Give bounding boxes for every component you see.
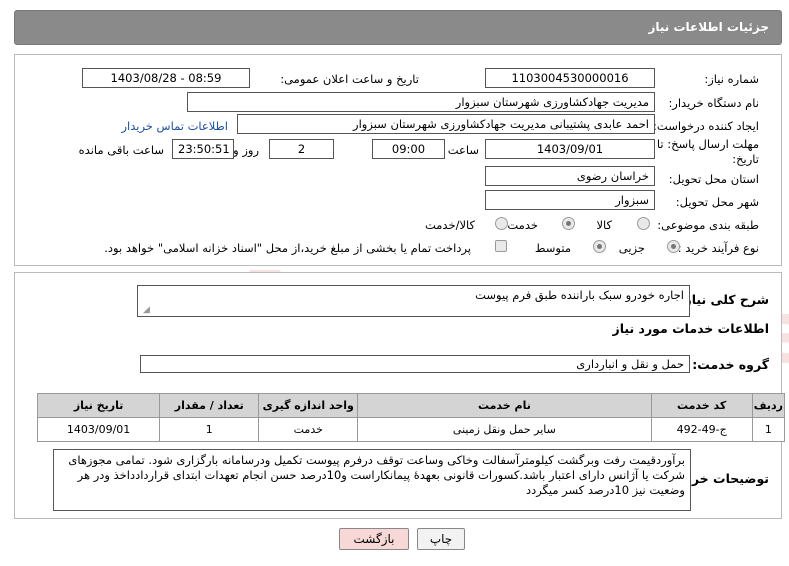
col-row-number: ردیف [751, 393, 786, 418]
print-button[interactable]: چاپ [417, 528, 465, 550]
creator-field: احمد عابدی پشتیبانی مدیریت جهادکشاورزی ش… [237, 114, 655, 134]
announce-datetime-field: 1403/08/28 - 08:59 [82, 68, 250, 88]
remaining-time-label: ساعت باقی مانده [78, 143, 164, 157]
remaining-days-field: 2 [269, 139, 334, 159]
buyer-org-field: مدیریت جهادکشاورزی شهرستان سبزوار [187, 92, 655, 112]
process-type-label: نوع فرآیند خرید : [677, 241, 759, 255]
summary-label: شرح کلی نیاز: [679, 292, 769, 307]
province-label: استان محل تحویل: [668, 172, 759, 186]
remaining-time-field: 23:50:51 [172, 139, 234, 159]
page-header: جزئیات اطلاعات نیاز [14, 10, 782, 45]
need-number-label: شماره نیاز: [704, 72, 759, 86]
announce-datetime-label: تاریخ و ساعت اعلان عمومی: [280, 72, 419, 86]
table-cell: 1403/09/01 [36, 417, 161, 442]
process-radio-minor[interactable] [667, 240, 680, 253]
back-button[interactable]: بازگشت [339, 528, 409, 550]
deadline-label-date: تاریخ: [732, 152, 759, 166]
process-radio-medium[interactable] [593, 240, 606, 253]
services-table: ردیف کد خدمت نام خدمت واحد اندازه گیری ت… [36, 393, 786, 442]
summary-field: اجاره خودرو سبک باراننده طبق فرم پیوست [137, 285, 690, 317]
page-title: جزئیات اطلاعات نیاز [648, 20, 769, 34]
treasury-payment-checkbox[interactable] [495, 240, 507, 252]
category-option-service: خدمت [507, 218, 538, 232]
col-need-date: تاریخ نیاز [36, 393, 161, 418]
deadline-date-field: 1403/09/01 [485, 139, 655, 159]
col-service-code: کد خدمت [650, 393, 753, 418]
col-unit: واحد اندازه گیری [258, 393, 359, 418]
city-label: شهر محل تحویل: [675, 195, 759, 209]
province-field: خراسان رضوی [485, 166, 655, 186]
category-radio-service[interactable] [562, 217, 575, 230]
treasury-payment-note: پرداخت تمام یا بخشی از مبلغ خرید،از محل … [104, 241, 471, 255]
table-cell: خدمت [258, 417, 359, 442]
need-number-field: 1103004530000016 [485, 68, 655, 88]
category-radio-goods[interactable] [637, 217, 650, 230]
category-option-goods-service: کالا/خدمت [424, 218, 475, 232]
table-header-row: ردیف کد خدمت نام خدمت واحد اندازه گیری ت… [36, 393, 786, 418]
buyer-notes-field: برآوردقیمت رفت وبرگشت کیلومترآسفالت وخاک… [53, 449, 691, 511]
services-section-title: اطلاعات خدمات مورد نیاز [612, 321, 770, 336]
table-cell: 1 [751, 417, 786, 442]
category-label: طبقه بندی موضوعی: [657, 218, 759, 232]
deadline-time-field: 09:00 [372, 139, 445, 159]
category-option-goods: کالا [596, 218, 612, 232]
days-label: روز و [233, 143, 259, 157]
buyer-contact-link[interactable]: اطلاعات تماس خریدار [121, 119, 228, 133]
deadline-time-label: ساعت [447, 143, 479, 157]
table-cell: ج-49-492 [650, 417, 753, 442]
buyer-org-label: نام دستگاه خریدار: [668, 96, 759, 110]
table-cell: سایر حمل ونقل زمینی [357, 417, 652, 442]
process-option-medium: متوسط [534, 241, 571, 255]
creator-label: ایجاد کننده درخواست: [653, 119, 759, 133]
process-option-minor: جزیی [618, 241, 645, 255]
resize-grip-icon[interactable]: ◢ [143, 305, 150, 315]
col-service-name: نام خدمت [357, 393, 652, 418]
need-info-panel: شماره نیاز: 1103004530000016 تاریخ و ساع… [14, 54, 782, 266]
table-cell: 1 [159, 417, 260, 442]
need-details-panel: شرح کلی نیاز: اجاره خودرو سبک باراننده ط… [14, 272, 786, 519]
service-group-label: گروه خدمت: [692, 357, 769, 372]
deadline-label: مهلت ارسال پاسخ: تا [656, 137, 759, 151]
service-group-field: حمل و نقل و انبارداری [140, 355, 690, 373]
city-field: سبزوار [485, 190, 655, 210]
col-quantity: تعداد / مقدار [159, 393, 260, 418]
table-row: 1 ج-49-492 سایر حمل ونقل زمینی خدمت 1 1403/09… [36, 417, 786, 442]
category-radio-goods-service[interactable] [495, 217, 508, 230]
